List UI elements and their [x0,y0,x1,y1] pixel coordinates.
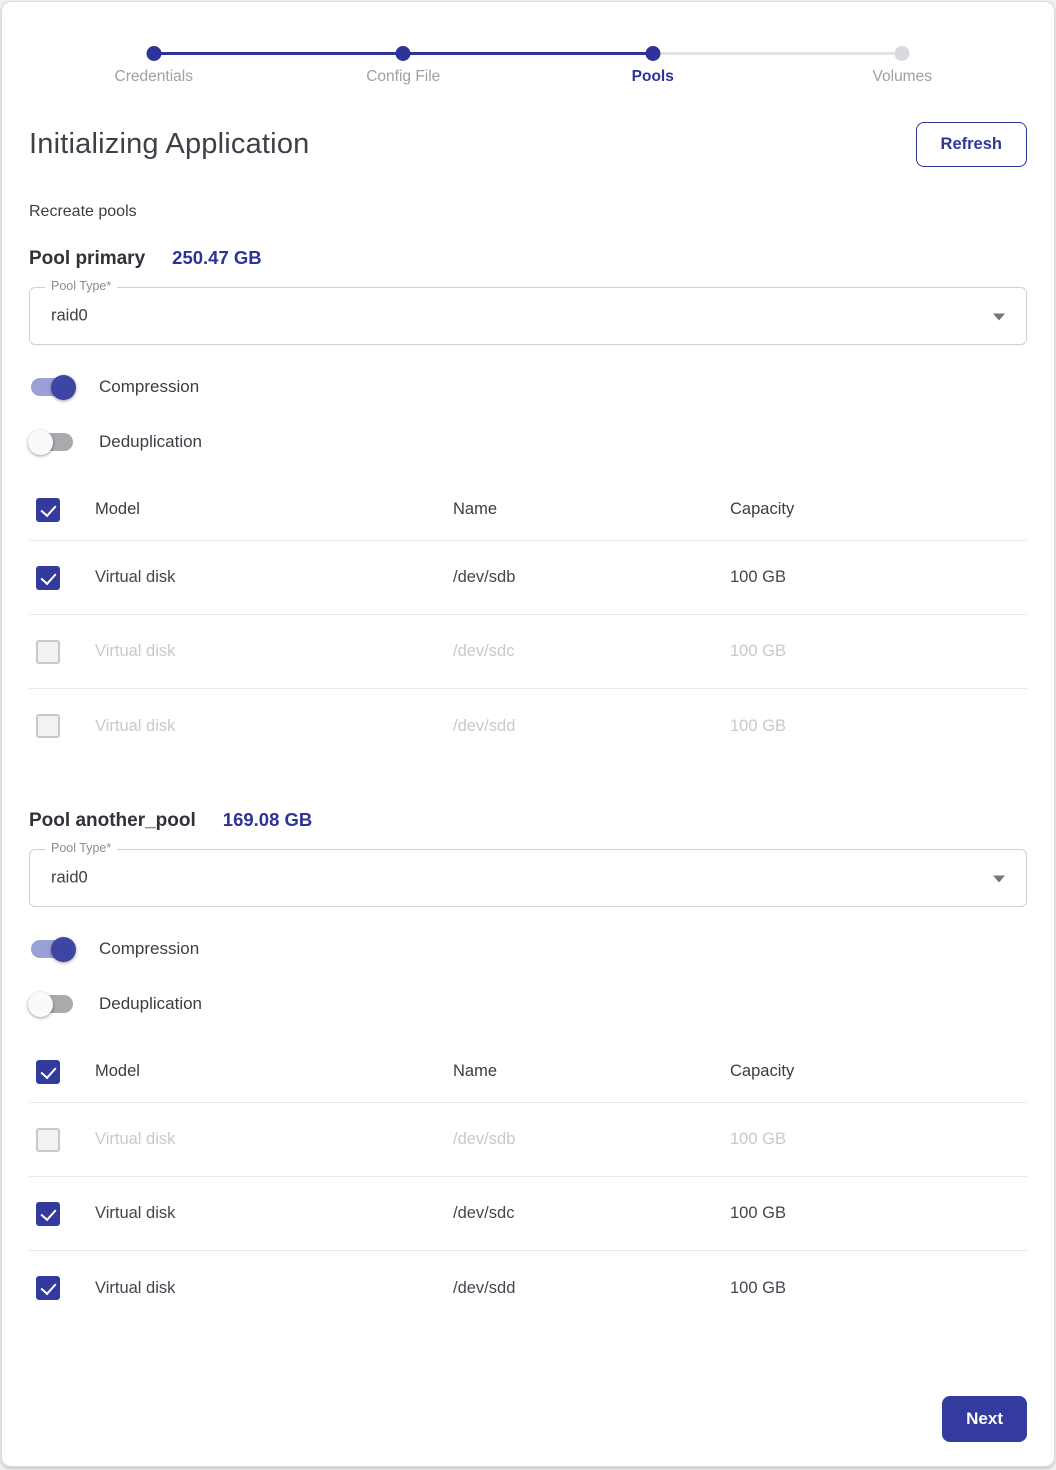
disk-capacity: 100 GB [730,716,786,735]
chevron-down-icon [993,313,1005,321]
stepper-line [528,52,653,55]
table-row: Virtual disk /dev/sdb 100 GB [29,541,1027,615]
footer: Next [942,1396,1027,1442]
disk-model: Virtual disk [95,1130,176,1148]
pool-size: 169.08 GB [222,809,313,830]
chevron-down-icon [993,875,1005,883]
compression-label: Compression [99,939,200,958]
step-dot [395,46,411,61]
compression-toggle[interactable] [31,374,76,400]
step-label: Credentials [114,68,193,85]
disk-checkbox[interactable] [36,1127,60,1152]
disk-capacity: 100 GB [730,1130,786,1148]
table-header-row: Model Name Capacity [29,479,1027,541]
disk-model: Virtual disk [95,716,176,735]
stepper: Credentials Config File Pools Volumes [29,2,1027,86]
disk-table: Model Name Capacity Virtual disk /dev/sd… [29,1041,1027,1325]
disk-capacity: 100 GB [730,642,786,660]
disk-checkbox[interactable] [36,639,60,664]
deduplication-label: Deduplication [99,432,203,451]
deduplication-toggle[interactable] [28,429,73,455]
table-row: Virtual disk /dev/sdd 100 GB [29,1251,1027,1325]
step-pools[interactable]: Pools [528,46,778,86]
column-header-capacity: Capacity [730,500,795,518]
table-row: Virtual disk /dev/sdd 100 GB [29,689,1027,763]
disk-name: /dev/sdd [453,716,516,735]
step-label: Volumes [872,68,932,85]
disk-capacity: 100 GB [730,1278,786,1297]
table-row: Virtual disk /dev/sdc 100 GB [29,615,1027,689]
pool-section-another-pool: Pool another_pool 169.08 GB Pool Type* r… [28,809,1027,1325]
disk-checkbox[interactable] [36,714,60,738]
refresh-button[interactable]: Refresh [915,122,1027,167]
disk-checkbox[interactable] [36,565,60,590]
disk-name: /dev/sdb [453,568,516,586]
pool-type-value: raid0 [51,868,88,887]
select-all-checkbox[interactable] [36,497,60,522]
disk-name: /dev/sdc [453,1204,515,1222]
recreate-pools-label: Recreate pools [29,203,137,220]
stepper-line [403,52,528,55]
disk-name: /dev/sdb [453,1130,516,1148]
disk-name: /dev/sdd [453,1278,516,1297]
step-config-file[interactable]: Config File [278,46,528,86]
pool-type-label: Pool Type* [45,279,118,293]
step-label: Config File [366,68,441,85]
disk-checkbox[interactable] [36,1276,60,1300]
next-button[interactable]: Next [942,1396,1027,1442]
compression-label: Compression [99,377,200,396]
stepper-line [278,52,404,55]
stepper-line [153,52,279,55]
stepper-line [652,52,778,55]
disk-model: Virtual disk [95,1204,176,1222]
wizard-card: Credentials Config File Pools Volumes In… [1,1,1055,1467]
column-header-model: Model [95,1062,140,1080]
deduplication-label: Deduplication [99,994,203,1013]
disk-model: Virtual disk [95,568,176,586]
compression-toggle[interactable] [31,936,76,962]
pool-section-primary: Pool primary 250.47 GB Pool Type* raid0 … [28,247,1027,763]
table-row: Virtual disk /dev/sdb 100 GB [29,1103,1027,1177]
page-header: Initializing Application Refresh [29,122,1027,167]
disk-model: Virtual disk [95,642,176,660]
select-all-checkbox[interactable] [36,1059,60,1084]
pool-size: 250.47 GB [172,247,262,268]
step-label: Pools [631,68,674,85]
step-dot [645,46,661,61]
pool-type-select[interactable]: Pool Type* raid0 [29,841,1027,907]
column-header-name: Name [453,500,498,518]
step-dot [894,46,910,61]
page-title: Initializing Application [29,128,310,160]
stepper-line [777,52,903,55]
table-row: Virtual disk /dev/sdc 100 GB [29,1177,1027,1251]
step-credentials[interactable]: Credentials [29,46,279,86]
step-dot [146,46,162,61]
column-header-name: Name [453,1062,498,1080]
table-header-row: Model Name Capacity [29,1041,1027,1103]
disk-name: /dev/sdc [453,642,515,660]
column-header-capacity: Capacity [730,1062,795,1080]
pool-name: Pool another_pool [29,810,196,831]
disk-capacity: 100 GB [730,1204,786,1222]
step-volumes[interactable]: Volumes [777,46,1028,86]
disk-checkbox[interactable] [36,1201,60,1226]
disk-table: Model Name Capacity Virtual disk /dev/sd… [29,479,1027,763]
pool-name: Pool primary [29,248,146,269]
pool-type-label: Pool Type* [45,841,118,855]
deduplication-toggle[interactable] [28,991,73,1017]
disk-capacity: 100 GB [730,568,786,586]
pool-type-select[interactable]: Pool Type* raid0 [29,279,1027,345]
disk-model: Virtual disk [95,1278,176,1297]
column-header-model: Model [95,500,140,518]
pool-type-value: raid0 [51,306,88,325]
